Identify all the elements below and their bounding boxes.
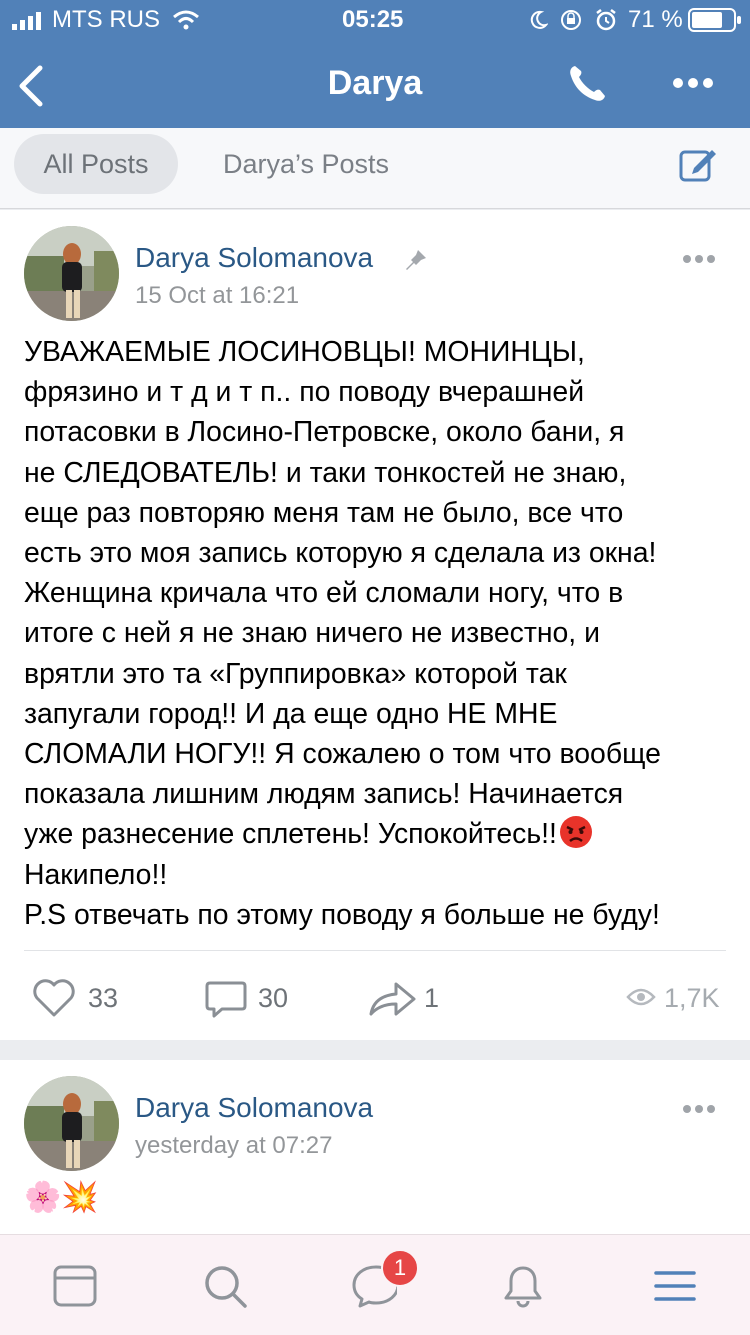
status-bar: MTS RUS 05:25 71 % [0,0,750,40]
menu-icon[interactable] [652,1263,698,1309]
alarm-icon [596,9,616,31]
tab-daryas-posts[interactable]: Darya’s Posts [200,134,412,194]
battery-icon [688,8,741,32]
page-title: Darya [327,64,423,102]
signal-icon [12,12,41,30]
tab-all-posts[interactable]: All Posts [14,134,178,194]
carrier-label: MTS RUS [52,6,160,33]
notifications-bell-icon[interactable] [500,1263,546,1309]
share-button[interactable]: 1 [360,968,470,1024]
share-icon [369,982,416,1016]
post-text: 🌸💥 [24,1181,99,1214]
more-options-icon[interactable] [672,76,714,90]
app-header: MTS RUS 05:25 71 % Darya [0,0,750,128]
bottom-tab-bar: 1 [0,1234,750,1335]
pin-icon [406,250,426,270]
battery-percent: 71 % [628,6,683,33]
post-text: УВАЖАЕМЫЕ ЛОСИНОВЦЫ! МОНИНЦЫ, фрязино и … [24,332,734,935]
wifi-icon [173,10,199,30]
news-feed-icon[interactable] [52,1263,98,1309]
eye-icon [626,988,656,1006]
posts-filter-tabs: All Posts Darya’s Posts [0,128,750,209]
tab-daryas-posts-label: Darya’s Posts [222,149,390,179]
comment-count: 30 [258,983,289,1013]
clock: 05:25 [342,6,404,33]
post-card: Darya Solomanova 15 Oct at 16:21 УВАЖАЕМ… [0,210,750,1040]
post-menu-icon[interactable] [682,1104,716,1114]
heart-icon [33,979,75,1017]
messages-badge: 1 [381,1249,419,1287]
post-menu-icon[interactable] [682,254,716,264]
avatar[interactable] [24,1076,119,1171]
post-author[interactable]: Darya Solomanova [135,1092,373,1124]
view-count: 1,7K [664,983,720,1013]
divider [24,950,726,951]
views-counter: 1,7K [620,968,730,1024]
tab-all-posts-label: All Posts [43,149,149,179]
compose-icon[interactable] [678,144,718,184]
avatar[interactable] [24,226,119,321]
avatar-photo [24,226,119,321]
phone-icon[interactable] [566,63,608,105]
angry-face-icon [559,815,593,849]
rotation-lock-icon [561,10,581,30]
post-text-tail: Накипело!! P.S отвечать по этому поводу … [24,858,660,931]
post-card: Darya Solomanova yesterday at 07:27 🌸💥 [0,1060,750,1234]
comment-icon [205,981,247,1018]
post-timestamp: yesterday at 07:27 [135,1132,333,1159]
like-button[interactable]: 33 [24,968,164,1024]
post-author[interactable]: Darya Solomanova [135,242,373,274]
search-icon[interactable] [202,1263,248,1309]
avatar-photo [24,1076,119,1171]
share-count: 1 [424,983,440,1013]
post-timestamp: 15 Oct at 16:21 [135,282,300,309]
comment-button[interactable]: 30 [196,968,326,1024]
like-count: 33 [88,983,119,1013]
moon-icon [530,10,548,29]
post-text-main: УВАЖАЕМЫЕ ЛОСИНОВЦЫ! МОНИНЦЫ, фрязино и … [24,336,661,851]
